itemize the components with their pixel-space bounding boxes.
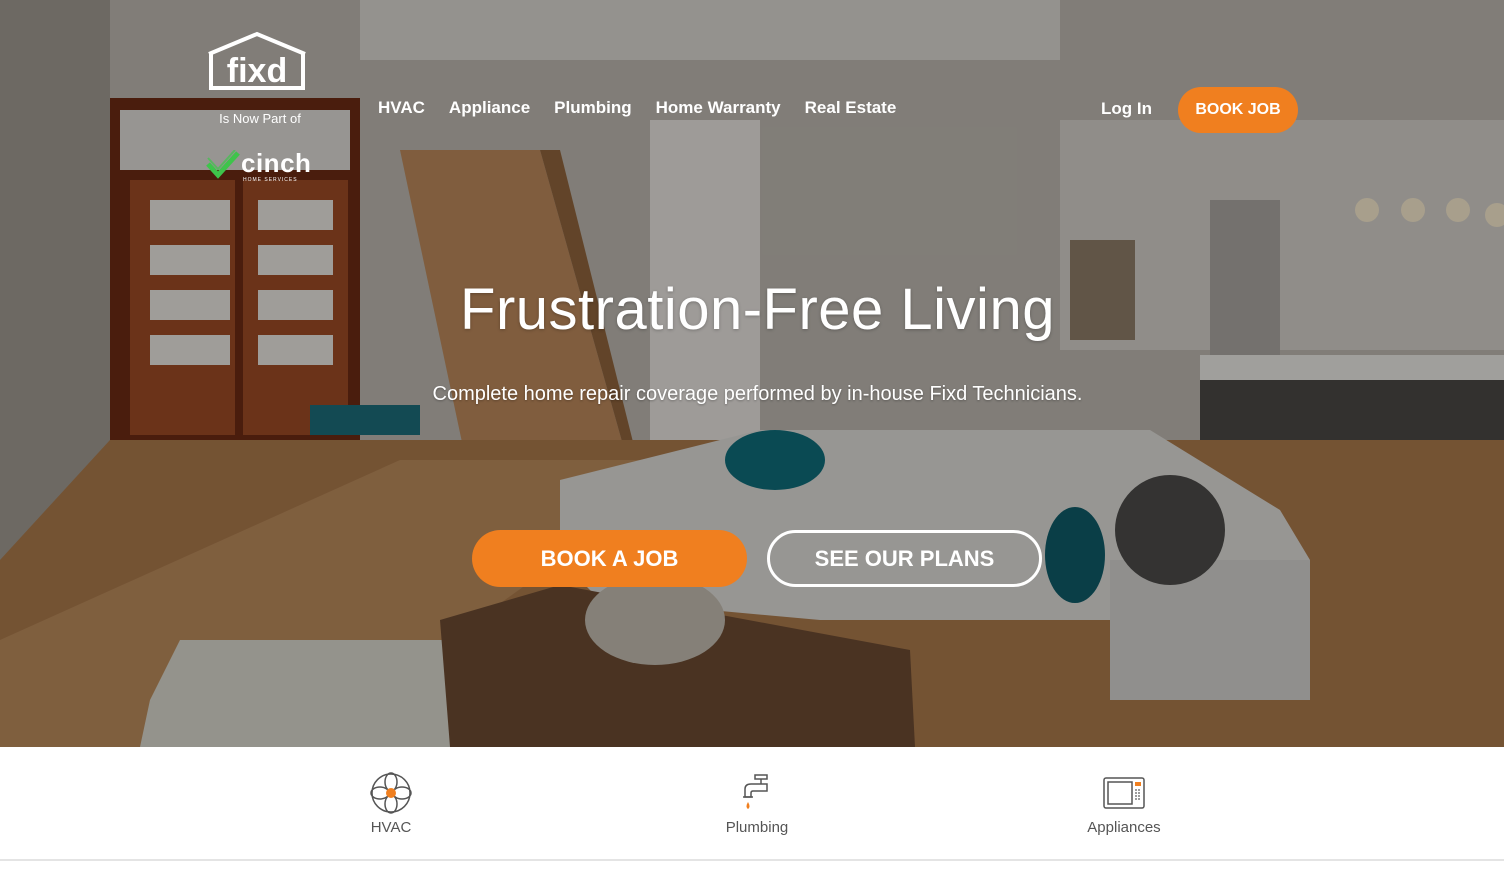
hero-headline: Frustration-Free Living xyxy=(460,277,1055,342)
cinch-logo-subtext: HOME SERVICES xyxy=(243,177,298,183)
service-label-plumbing: Plumbing xyxy=(725,819,789,836)
fixd-house-icon: fixd xyxy=(208,31,306,90)
fan-icon xyxy=(370,772,412,814)
nav-link-home-warranty[interactable]: Home Warranty xyxy=(656,98,781,118)
book-a-job-button[interactable]: BOOK A JOB xyxy=(472,530,747,587)
service-item-appliances[interactable]: Appliances xyxy=(1044,771,1204,836)
logo-tagline: Is Now Part of xyxy=(219,111,301,126)
service-item-plumbing[interactable]: Plumbing xyxy=(677,771,837,836)
nav-link-hvac[interactable]: HVAC xyxy=(378,98,425,118)
hero-subheadline: Complete home repair coverage performed … xyxy=(432,383,1083,405)
login-link[interactable]: Log In xyxy=(1101,99,1152,119)
fixd-logo[interactable]: fixd xyxy=(205,30,310,94)
cinch-logo[interactable]: cinch HOME SERVICES xyxy=(205,146,315,188)
see-our-plans-button[interactable]: SEE OUR PLANS xyxy=(767,530,1042,587)
nav-link-plumbing[interactable]: Plumbing xyxy=(554,98,631,118)
service-item-hvac[interactable]: HVAC xyxy=(311,771,471,836)
cinch-logo-text: cinch xyxy=(241,148,312,178)
main-nav: HVAC Appliance Plumbing Home Warranty Re… xyxy=(378,98,896,118)
service-label-hvac: HVAC xyxy=(370,819,412,836)
service-label-appliances: Appliances xyxy=(1087,819,1161,836)
faucet-icon xyxy=(743,774,768,809)
services-strip: HVAC Plumbing Appliances xyxy=(0,747,1504,861)
checkmark-icon xyxy=(206,150,240,179)
book-job-button[interactable]: BOOK JOB xyxy=(1178,87,1298,133)
fixd-logo-text: fixd xyxy=(227,52,287,90)
nav-link-appliance[interactable]: Appliance xyxy=(449,98,530,118)
microwave-icon xyxy=(1103,777,1145,809)
nav-link-real-estate[interactable]: Real Estate xyxy=(805,98,897,118)
